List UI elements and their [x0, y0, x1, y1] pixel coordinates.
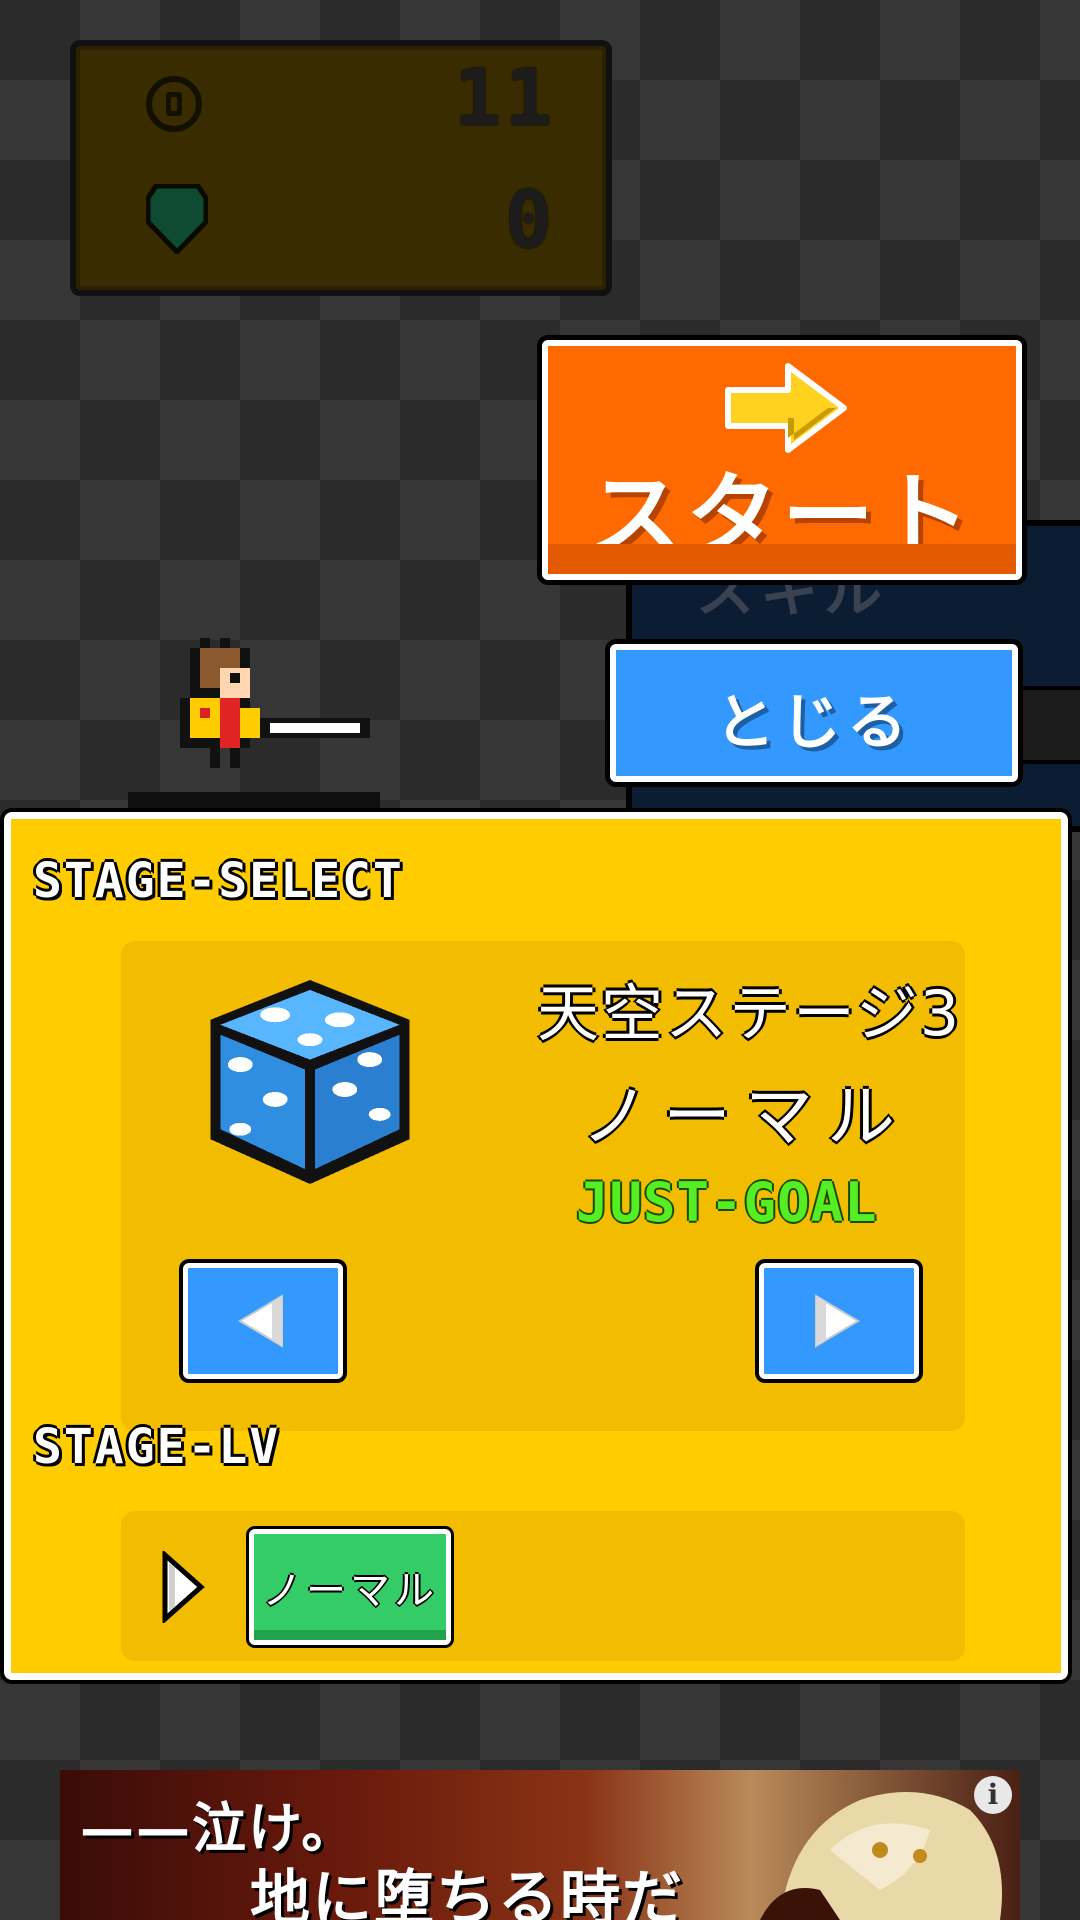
coin-icon — [146, 76, 202, 132]
coin-row: 11 — [76, 46, 606, 144]
close-button[interactable]: とじる — [610, 644, 1018, 782]
hero-platform — [128, 792, 380, 810]
gem-count: 0 — [505, 176, 556, 266]
button-shade — [548, 544, 1016, 574]
ad-subline: 地に堕ちる時だ — [250, 1864, 684, 1920]
level-normal-label: ノーマル — [262, 1568, 438, 1614]
stage-card: 天空ステージ3 ノーマル JUST-GOAL — [121, 941, 965, 1431]
stage-select-title: STAGE-SELECT — [33, 853, 404, 909]
coin-count: 11 — [454, 54, 556, 144]
gem-row: 0 — [76, 168, 606, 266]
triangle-right-icon — [815, 1294, 860, 1348]
stage-level-card: ノーマル — [121, 1511, 965, 1661]
hero-sprite — [180, 638, 370, 768]
triangle-right-icon — [162, 1551, 205, 1623]
prev-stage-button[interactable] — [183, 1263, 343, 1379]
stage-select-panel: STAGE-SELECT 天空ステージ3 ノーマル JUST-GOAL STAG… — [4, 812, 1068, 1680]
stage-name: 天空ステージ3 — [537, 977, 962, 1050]
stage-level-title: STAGE-LV — [33, 1419, 281, 1475]
triangle-left-icon — [238, 1294, 283, 1348]
stage-mode: JUST-GOAL — [576, 1171, 878, 1234]
arrow-right-icon — [725, 363, 847, 453]
start-button[interactable]: スタート — [542, 340, 1022, 580]
next-stage-button[interactable] — [759, 1263, 919, 1379]
button-shade — [254, 1630, 446, 1640]
ad-banner[interactable]: ——泣け。 地に堕ちる時だ i — [60, 1770, 1020, 1920]
info-icon[interactable]: i — [974, 1776, 1012, 1814]
currency-panel: 11 0 — [70, 40, 612, 296]
cloud-dice-icon — [210, 979, 410, 1185]
close-button-label: とじる — [715, 688, 913, 758]
stage-difficulty: ノーマル — [581, 1078, 910, 1157]
level-normal-button[interactable]: ノーマル — [249, 1529, 451, 1645]
gem-icon — [146, 184, 208, 254]
